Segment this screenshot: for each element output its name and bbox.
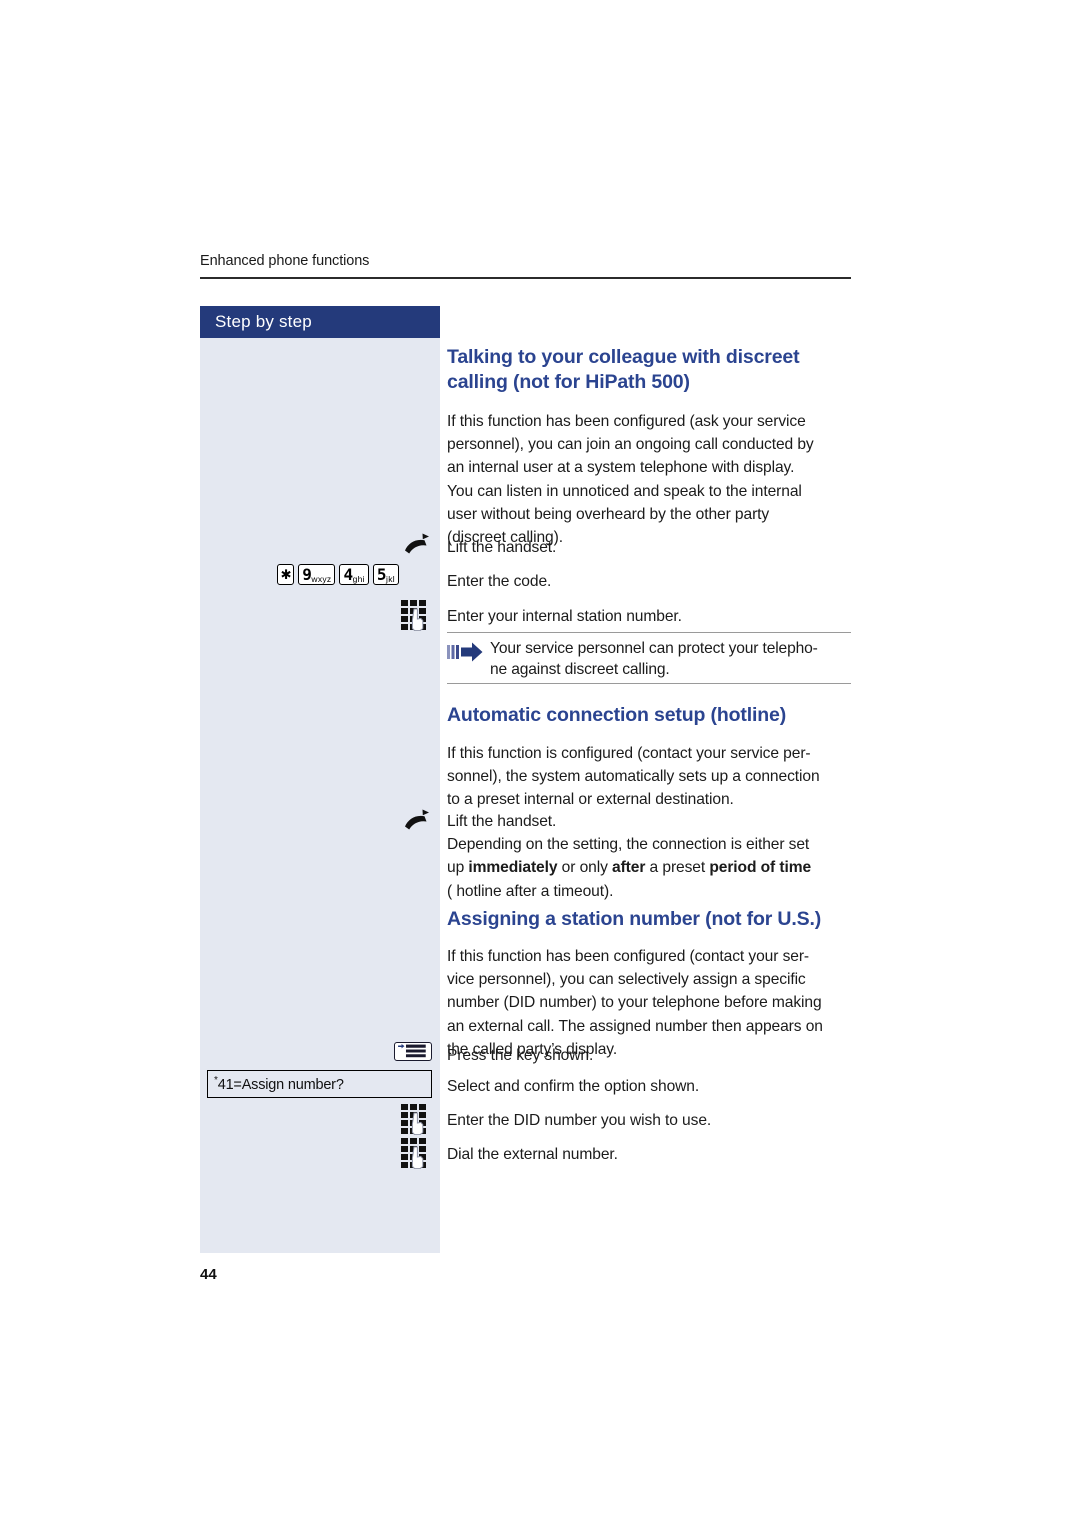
body-line: personnel), you can join an ongoing call… bbox=[447, 436, 814, 454]
emphasis-line: up immediately or only after a preset pe… bbox=[447, 859, 811, 876]
body-line: sonnel), the system automatically sets u… bbox=[447, 768, 820, 786]
display-option-icon[interactable]: *41=Assign number? bbox=[207, 1070, 432, 1098]
keycap-digit: 9 bbox=[302, 564, 312, 584]
body-line: You can listen in unnoticed and speak to… bbox=[447, 482, 802, 500]
keycap-letters: jkl bbox=[386, 573, 395, 584]
body-line: If this function is configured (contact … bbox=[447, 745, 811, 762]
emph-c: or only bbox=[557, 859, 613, 877]
step-text-dial-external-number: Dial the external number. bbox=[447, 1146, 618, 1163]
section-heading-discreet-calling: Talking to your colleague with discreet … bbox=[447, 345, 851, 395]
body-line: If this function has been configured (co… bbox=[447, 948, 810, 965]
keypad-dial-icon bbox=[400, 1137, 430, 1169]
running-header: Enhanced phone functions bbox=[200, 253, 370, 269]
body-line: an external call. The assigned number th… bbox=[447, 1017, 823, 1035]
step-text-select-confirm: Select and confirm the option shown. bbox=[447, 1078, 700, 1095]
handset-lift-icon bbox=[402, 808, 436, 832]
manual-page: Enhanced phone functions Step by step Ta… bbox=[0, 0, 1080, 1528]
note-text: Your service personnel can protect your … bbox=[490, 638, 852, 680]
keycap-digit: 5 bbox=[376, 564, 387, 584]
step-text-lift-handset-2: Lift the handset. bbox=[447, 813, 557, 830]
step-text-press-key: Press the key shown. bbox=[447, 1047, 594, 1064]
body-line: an internal user at a system telephone w… bbox=[447, 459, 795, 477]
last-line: ( hotline after a timeout). bbox=[447, 882, 614, 900]
keycap-9: 9 wxyz bbox=[298, 564, 336, 585]
note-line-2: ne against discreet calling. bbox=[490, 661, 670, 678]
heading-line-1: Talking to your colleague with discreet bbox=[447, 346, 800, 368]
keycap-digit: 4 bbox=[343, 564, 353, 584]
display-option-text: *41=Assign number? bbox=[214, 1075, 344, 1093]
keypad-dial-icon bbox=[400, 1103, 430, 1135]
note-rule-bottom bbox=[447, 683, 851, 684]
display-option-label: 41=Assign number? bbox=[217, 1076, 344, 1093]
emph-period-of-time: period of time bbox=[709, 859, 812, 877]
keycap-4: 4 ghi bbox=[339, 564, 369, 585]
body-line: If this function has been configured (as… bbox=[447, 413, 806, 430]
section-heading-assigning-station-number: Assigning a station number (not for U.S.… bbox=[447, 907, 867, 932]
page-number: 44 bbox=[200, 1266, 217, 1283]
emph-e: a preset bbox=[645, 859, 710, 877]
header-rule bbox=[200, 277, 851, 279]
note-line-1: Your service personnel can protect your … bbox=[490, 640, 818, 657]
sidebar-title: Step by step bbox=[215, 312, 312, 331]
body-line: number (DID number) to your telephone be… bbox=[447, 994, 822, 1012]
note-arrow-icon bbox=[447, 642, 483, 667]
heading-line-1: Assigning a station number (not for U.S.… bbox=[447, 908, 822, 930]
keycap-letters: wxyz bbox=[311, 573, 332, 584]
step-text-enter-did-number: Enter the DID number you wish to use. bbox=[447, 1112, 712, 1129]
body-line: user without being overheard by the othe… bbox=[447, 505, 770, 523]
section-heading-automatic-connection: Automatic connection setup (hotline) bbox=[447, 703, 851, 728]
keycaps-icon: ✱ 9 wxyz 4 ghi 5 jkl bbox=[277, 564, 399, 585]
keycap-letters: ghi bbox=[352, 573, 365, 584]
handset-lift-icon bbox=[402, 532, 436, 556]
step-text-lift-handset-1: Lift the handset. bbox=[447, 539, 557, 556]
trailing-line: Depending on the setting, the connection… bbox=[447, 836, 810, 854]
menu-key-icon bbox=[394, 1042, 432, 1061]
section-body-automatic-connection: If this function is configured (contact … bbox=[447, 742, 857, 812]
emph-immediately: immediately bbox=[468, 859, 558, 877]
emph-after: after bbox=[612, 859, 646, 877]
heading-line-2: calling (not for HiPath 500) bbox=[447, 371, 690, 393]
emph-a: up bbox=[447, 859, 469, 877]
body-line: vice personnel), you can selectively ass… bbox=[447, 971, 806, 989]
keycap-star: ✱ bbox=[277, 564, 295, 585]
note-rule-top bbox=[447, 632, 851, 633]
keycap-digit: ✱ bbox=[281, 564, 291, 584]
section-body-discreet-calling: If this function has been configured (as… bbox=[447, 410, 857, 549]
body-line: to a preset internal or external destina… bbox=[447, 791, 734, 809]
section-steps-automatic-connection: Lift the handset. Depending on the setti… bbox=[447, 810, 857, 903]
keycap-5: 5 jkl bbox=[372, 564, 399, 585]
step-text-enter-internal-station: Enter your internal station number. bbox=[447, 608, 682, 625]
heading-line-1: Automatic connection setup (hotline) bbox=[447, 704, 787, 726]
keypad-dial-icon bbox=[400, 599, 430, 631]
step-text-enter-code: Enter the code. bbox=[447, 573, 552, 590]
